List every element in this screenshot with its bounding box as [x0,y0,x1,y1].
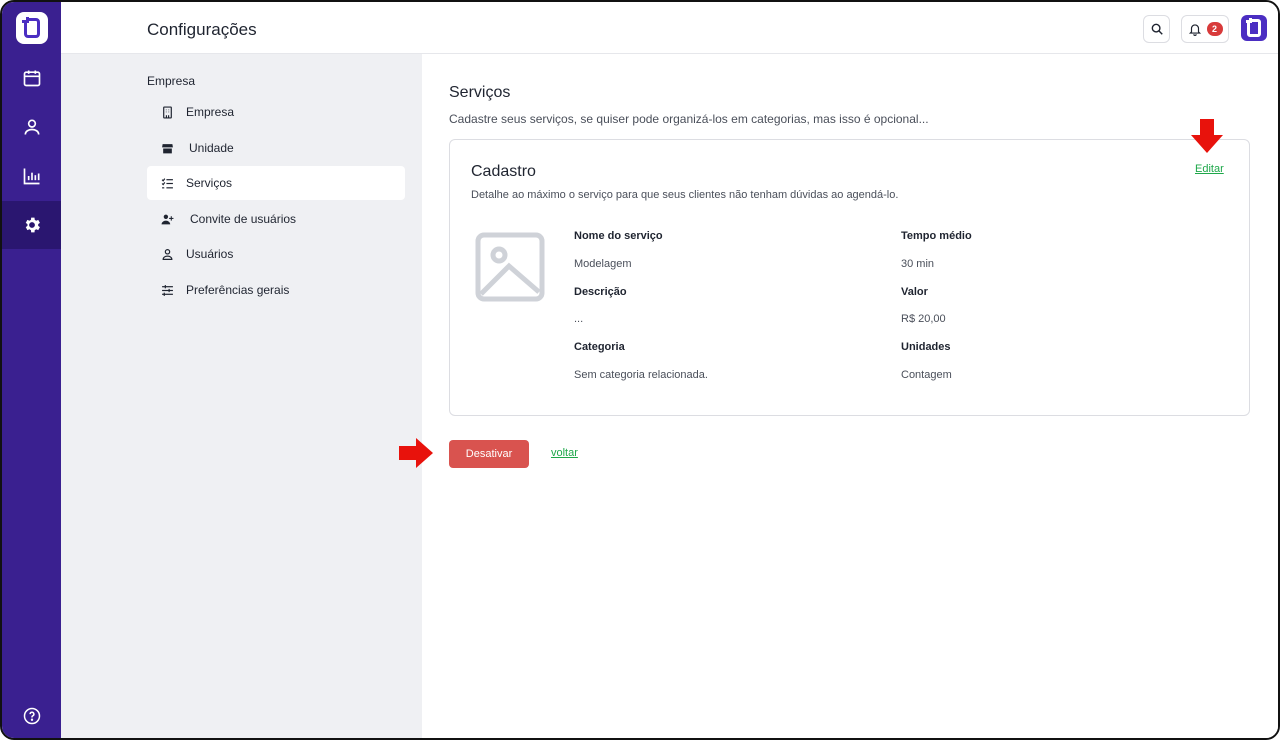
settings-menu: Empresa Empresa Unidade Serviços Convite… [61,54,422,738]
notifications-button[interactable]: 2 [1181,15,1229,43]
units-label: Unidades [901,341,951,353]
service-name-value: Modelagem [574,258,632,270]
store-icon [160,141,174,155]
left-rail [2,2,61,738]
top-header: Configurações 2 [61,2,1278,54]
menu-item-label: Usuários [186,247,234,261]
user-plus-icon [160,212,174,226]
avg-time-label: Tempo médio [901,230,972,242]
category-value: Sem categoria relacionada. [574,369,708,381]
menu-item-label: Serviços [186,176,233,190]
menu-item-convite[interactable]: Convite de usuários [147,202,405,236]
page-header-title: Configurações [147,20,257,39]
category-label: Categoria [574,341,625,353]
description-label: Descrição [574,286,627,298]
units-value: Contagem [901,369,952,381]
price-value: R$ 20,00 [901,313,946,325]
header-logo-notch [1246,18,1252,23]
bell-icon [1188,24,1201,36]
user-icon [24,119,39,135]
list-check-icon [160,176,174,190]
menu-section-title: Empresa [147,74,196,88]
card-title: Cadastro [471,163,536,180]
description-value: ... [574,313,584,325]
price-label: Valor [901,286,928,298]
search-icon [1151,23,1163,35]
menu-item-label: Empresa [186,105,235,119]
app-logo[interactable] [16,12,48,44]
menu-item-unidade[interactable]: Unidade [147,131,405,165]
back-link[interactable]: voltar [551,447,578,459]
card-subtitle: Detalhe ao máximo o serviço para que seu… [471,189,899,201]
notification-badge: 2 [1206,22,1223,36]
gear-icon [25,217,40,233]
menu-item-label: Preferências gerais [186,283,290,297]
rail-settings[interactable] [2,201,61,249]
service-card: Cadastro Detalhe ao máximo o serviço par… [449,139,1250,416]
edit-link[interactable]: Editar [1195,163,1224,175]
chart-icon [23,168,39,185]
user-icon [160,247,174,261]
rail-calendar[interactable] [2,54,61,102]
service-name-label: Nome do serviço [574,230,663,242]
section-title: Serviços [449,84,511,101]
calendar-icon [23,70,40,87]
annotation-arrow-down-icon [1191,119,1223,153]
image-placeholder-icon[interactable] [475,232,545,302]
main-content: Serviços Cadastre seus serviços, se quis… [422,54,1278,738]
menu-item-label: Convite de usuários [190,212,297,226]
deactivate-button[interactable]: Desativar [449,440,529,468]
sliders-icon [160,283,174,297]
app-frame: Configurações 2 Empresa Empresa Unidade … [0,0,1280,740]
menu-item-empresa[interactable]: Empresa [147,95,405,129]
section-subtitle: Cadastre seus serviços, se quiser pode o… [449,112,929,126]
logo-notch [22,17,29,23]
help-icon[interactable] [23,707,41,725]
avg-time-value: 30 min [901,258,935,270]
header-app-logo[interactable] [1241,15,1267,41]
menu-item-label: Unidade [189,141,234,155]
building-icon [160,105,174,119]
search-button[interactable] [1143,15,1170,43]
menu-item-usuarios[interactable]: Usuários [147,237,405,271]
menu-item-preferencias[interactable]: Preferências gerais [147,273,405,307]
menu-item-servicos[interactable]: Serviços [147,166,405,200]
annotation-arrow-right-icon [399,438,433,468]
rail-reports[interactable] [2,152,61,200]
rail-user[interactable] [2,103,61,151]
